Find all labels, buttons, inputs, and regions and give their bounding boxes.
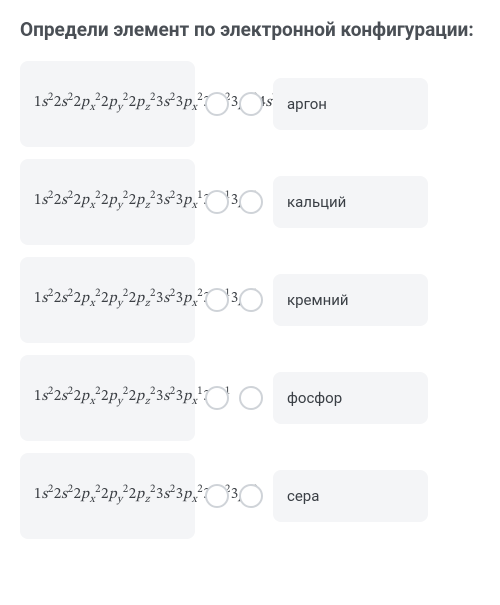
left-radio[interactable] (205, 92, 229, 116)
left-radio[interactable] (205, 386, 229, 410)
right-radio[interactable] (239, 190, 263, 214)
element-label: кремний (287, 291, 349, 309)
question-title: Определи элемент по электронной конфигур… (20, 18, 480, 43)
electron-config: 1s22s22px22py22pz23s23px13py1 (34, 383, 231, 412)
left-radio[interactable] (205, 484, 229, 508)
match-row: 1s22s22px22py22pz23s23px23py23pz2 сера (20, 453, 480, 539)
element-card[interactable]: фосфор (273, 372, 428, 424)
element-card[interactable]: кремний (273, 274, 428, 326)
element-card[interactable]: кальций (273, 176, 428, 228)
config-card[interactable]: 1s22s22px22py22pz23s23px23py23pz2 (20, 453, 195, 539)
right-radio[interactable] (239, 386, 263, 410)
element-label: фосфор (287, 389, 342, 407)
match-row: 1s22s22px22py22pz23s23px13py1 фосфор (20, 355, 480, 441)
left-radio[interactable] (205, 288, 229, 312)
element-card[interactable]: сера (273, 470, 428, 522)
match-row: 1s22s22px22py22pz23s23px23py23pz24s2 арго… (20, 61, 480, 147)
element-card[interactable]: аргон (273, 78, 428, 130)
right-radio[interactable] (239, 92, 263, 116)
right-radio[interactable] (239, 484, 263, 508)
config-card[interactable]: 1s22s22px22py22pz23s23px23py13pz1 (20, 257, 195, 343)
left-radio[interactable] (205, 190, 229, 214)
config-card[interactable]: 1s22s22px22py22pz23s23px13py13pz1 (20, 159, 195, 245)
element-label: сера (287, 487, 319, 505)
matching-rows: 1s22s22px22py22pz23s23px23py23pz24s2 арго… (20, 61, 480, 539)
right-radio[interactable] (239, 288, 263, 312)
element-label: кальций (287, 193, 346, 211)
config-card[interactable]: 1s22s22px22py22pz23s23px23py23pz24s2 (20, 61, 195, 147)
element-label: аргон (287, 95, 327, 113)
config-card[interactable]: 1s22s22px22py22pz23s23px13py1 (20, 355, 195, 441)
match-row: 1s22s22px22py22pz23s23px23py13pz1 кремний (20, 257, 480, 343)
match-row: 1s22s22px22py22pz23s23px13py13pz1 кальций (20, 159, 480, 245)
